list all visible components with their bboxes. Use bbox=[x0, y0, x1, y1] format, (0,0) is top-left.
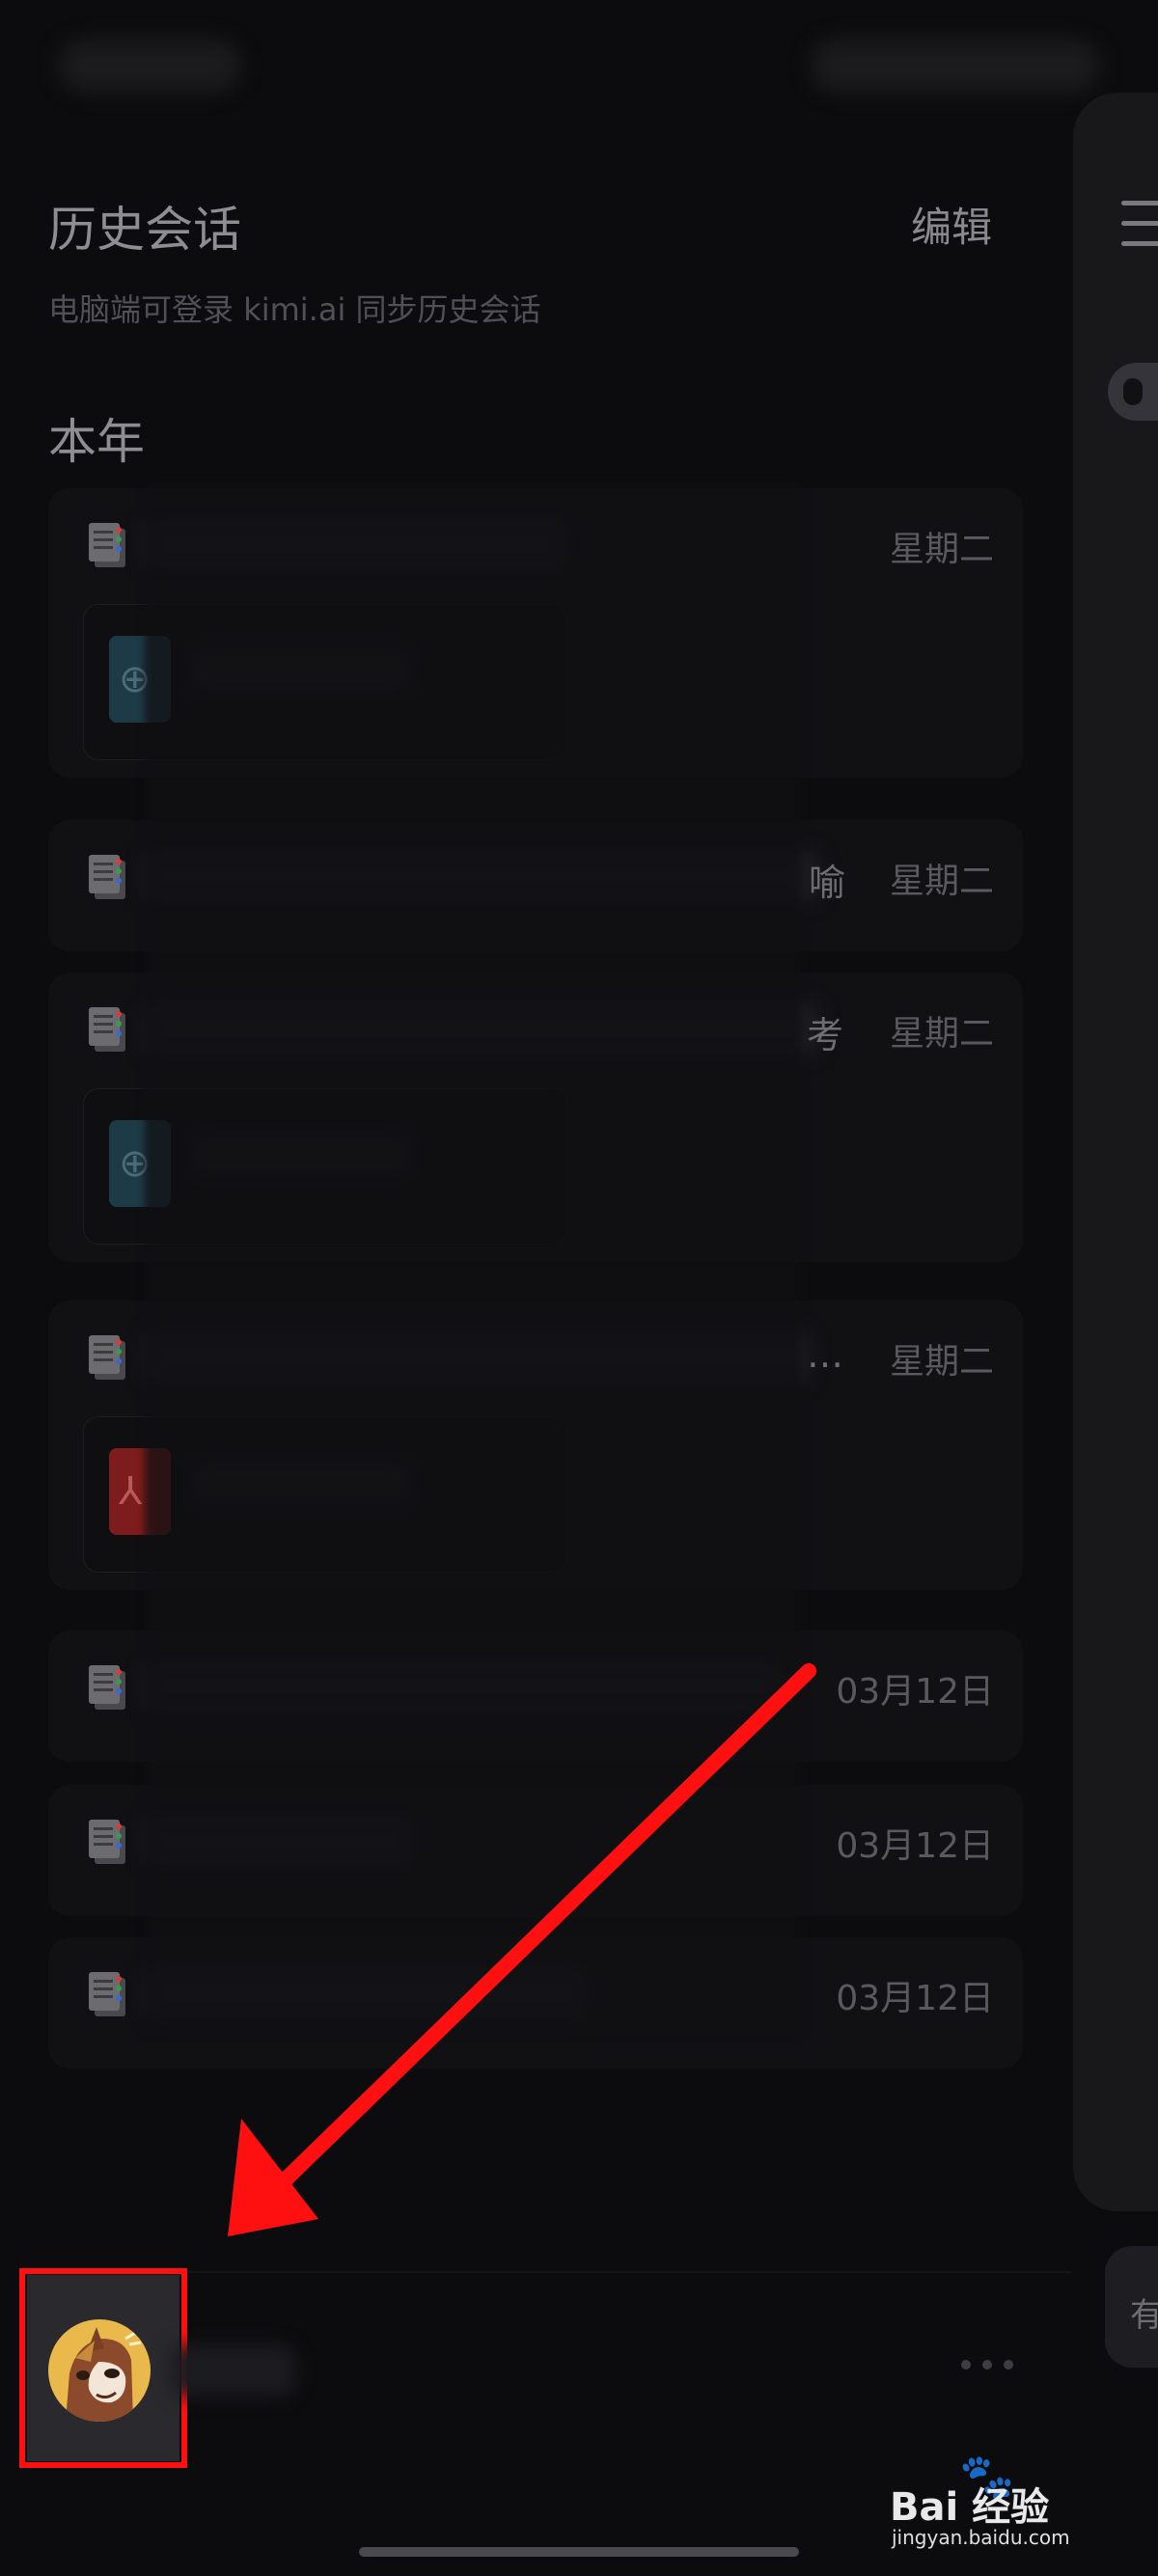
pointer-arrow bbox=[228, 1663, 816, 2236]
home-indicator[interactable] bbox=[359, 2547, 799, 2557]
watermark-brand: Bai 经验 bbox=[890, 2485, 1050, 2530]
more-options-button[interactable] bbox=[961, 2356, 1019, 2375]
baidu-jingyan-watermark: 🐾 Bai 经验 jingyan.baidu.com bbox=[886, 2451, 1098, 2549]
watermark-url: jingyan.baidu.com bbox=[892, 2526, 1070, 2549]
user-name-redacted bbox=[170, 2344, 295, 2397]
